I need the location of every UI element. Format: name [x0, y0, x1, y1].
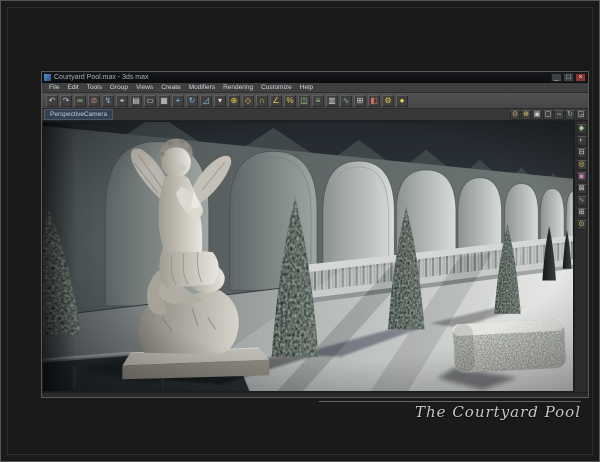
- menu-rendering[interactable]: Rendering: [219, 83, 257, 92]
- select-move-icon[interactable]: +: [172, 94, 184, 107]
- select-scale-icon[interactable]: ◿: [200, 94, 212, 107]
- hierarchy-tab-icon[interactable]: ⊟: [576, 148, 587, 158]
- maximize-viewport-icon[interactable]: ◲: [576, 109, 586, 120]
- close-button[interactable]: ×: [575, 73, 586, 82]
- menu-help[interactable]: Help: [296, 83, 317, 92]
- curve-editor-icon[interactable]: ∿: [340, 94, 352, 107]
- mirror-icon[interactable]: ◫: [298, 94, 310, 107]
- menu-file[interactable]: File: [45, 83, 63, 92]
- utilities-tab-icon[interactable]: ⊠: [576, 184, 587, 194]
- select-by-name-icon[interactable]: ▤: [130, 94, 142, 107]
- arc-rotate-icon[interactable]: ↻: [565, 109, 575, 120]
- viewport-render[interactable]: [43, 122, 573, 391]
- schematic-view-icon[interactable]: ⊞: [354, 94, 366, 107]
- caption-text: The Courtyard Pool: [415, 403, 581, 421]
- presentation-frame: Courtyard Pool.max - 3ds max _ □ × File E…: [0, 0, 600, 462]
- snap-toggle-icon[interactable]: ∩: [256, 94, 268, 107]
- undo-icon[interactable]: ↶: [46, 94, 58, 107]
- menu-customize[interactable]: Customize: [257, 83, 296, 92]
- schematic-icon[interactable]: ⊞: [576, 208, 587, 218]
- menu-tools[interactable]: Tools: [83, 83, 106, 92]
- material-editor-icon[interactable]: ◧: [368, 94, 380, 107]
- menu-modifiers[interactable]: Modifiers: [185, 83, 219, 92]
- side-toolbar: ◆ ◐ ⊟ ◎ ▣ ⊠ ∿ ⊞ ⊙: [574, 121, 588, 392]
- modify-tab-icon[interactable]: ◐: [576, 136, 587, 146]
- select-object-icon[interactable]: ⌖: [116, 94, 128, 107]
- window-title: Courtyard Pool.max - 3ds max: [54, 74, 149, 81]
- menu-edit[interactable]: Edit: [63, 83, 82, 92]
- unlink-icon[interactable]: ⊘: [88, 94, 100, 107]
- lock-selection-icon[interactable]: ⊙: [576, 220, 587, 230]
- window-controls: _ □ ×: [551, 73, 586, 82]
- zoom-extents-all-icon[interactable]: ▢: [543, 109, 553, 120]
- viewport-nav-icons: ⊙ ⊕ ▣ ▢ ⇔ ↻ ◲: [509, 109, 586, 120]
- menu-views[interactable]: Views: [132, 83, 157, 92]
- redo-icon[interactable]: ↷: [60, 94, 72, 107]
- viewport[interactable]: [42, 121, 574, 392]
- window-crossing-icon[interactable]: ▦: [158, 94, 170, 107]
- app-icon: [44, 74, 51, 81]
- angle-snap-icon[interactable]: ∠: [270, 94, 282, 107]
- main-area: ◆ ◐ ⊟ ◎ ▣ ⊠ ∿ ⊞ ⊙: [42, 121, 588, 392]
- bind-spacewarp-icon[interactable]: ↯: [102, 94, 114, 107]
- pan-icon[interactable]: ⇔: [554, 109, 564, 120]
- render-setup-icon[interactable]: ⚙: [382, 94, 394, 107]
- zoom-icon[interactable]: ⊙: [510, 109, 520, 120]
- status-bar: [42, 392, 588, 397]
- minimize-button[interactable]: _: [551, 73, 562, 82]
- layer-manager-icon[interactable]: ▥: [326, 94, 338, 107]
- viewport-label-tab[interactable]: PerspectiveCamera: [44, 109, 114, 120]
- select-manipulate-icon[interactable]: ◇: [242, 94, 254, 107]
- titlebar[interactable]: Courtyard Pool.max - 3ds max _ □ ×: [42, 72, 588, 83]
- motion-tab-icon[interactable]: ◎: [576, 160, 587, 170]
- menubar: File Edit Tools Group Views Create Modifiers Re…: [42, 83, 588, 93]
- caption-block: The Courtyard Pool: [319, 401, 581, 421]
- selection-region-icon[interactable]: ▭: [144, 94, 156, 107]
- ref-coordinate-icon[interactable]: ▾: [214, 94, 226, 107]
- quick-render-icon[interactable]: ●: [396, 94, 408, 107]
- use-pivot-icon[interactable]: ⊕: [228, 94, 240, 107]
- app-window: Courtyard Pool.max - 3ds max _ □ × File E…: [41, 71, 589, 398]
- lighting-overlays: [43, 122, 573, 391]
- zoom-extents-icon[interactable]: ▣: [532, 109, 542, 120]
- create-tab-icon[interactable]: ◆: [576, 124, 587, 134]
- select-link-icon[interactable]: ∞: [74, 94, 86, 107]
- restore-button[interactable]: □: [563, 73, 574, 82]
- menu-group[interactable]: Group: [106, 83, 132, 92]
- menu-create[interactable]: Create: [157, 83, 185, 92]
- main-toolbar: ↶ ↷ ∞ ⊘ ↯ ⌖ ▤ ▭ ▦ + ↻ ◿ ▾ ⊕ ◇ ∩ ∠% ◫ ≡ ▥ ∿ ⊞ ◧ ⚙ ●: [42, 93, 588, 109]
- select-rotate-icon[interactable]: ↻: [186, 94, 198, 107]
- track-view-icon[interactable]: ∿: [576, 196, 587, 206]
- display-tab-icon[interactable]: ▣: [576, 172, 587, 182]
- zoom-all-icon[interactable]: ⊕: [521, 109, 531, 120]
- align-icon[interactable]: ≡: [312, 94, 324, 107]
- viewport-bar: PerspectiveCamera ⊙ ⊕ ▣ ▢ ⇔ ↻ ◲: [42, 109, 588, 121]
- percent-snap-icon[interactable]: %: [284, 94, 296, 107]
- caption-divider: [319, 401, 581, 402]
